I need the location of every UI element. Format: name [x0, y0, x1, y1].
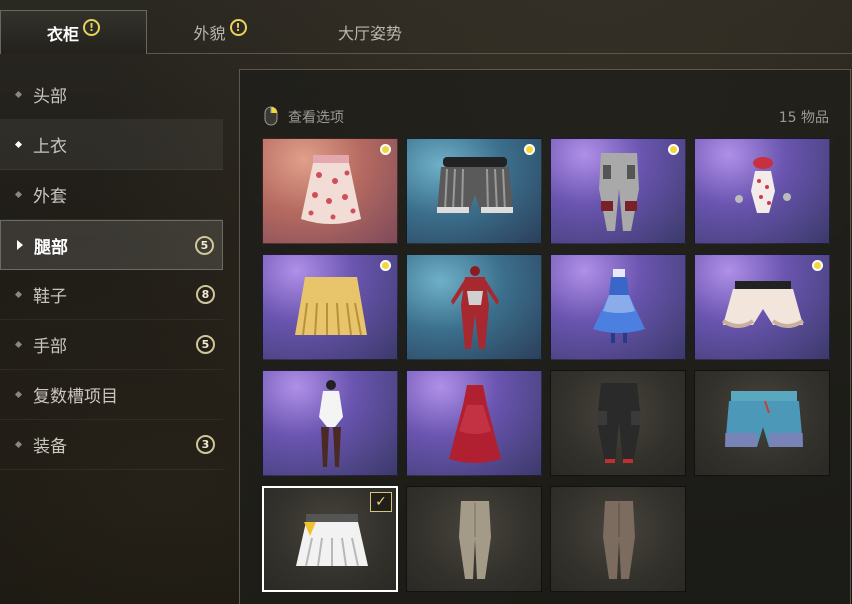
sidebar-item-head[interactable]: 头部	[0, 70, 223, 120]
swimsuit-icon	[319, 380, 343, 467]
item-white-swimsuit[interactable]	[262, 370, 398, 476]
new-item-indicator	[668, 144, 679, 155]
sidebar-item-label: 手部	[33, 337, 67, 357]
new-item-indicator	[812, 260, 823, 271]
tab-label: 大厅姿势	[337, 24, 402, 43]
bullet-icon	[14, 190, 23, 199]
shorts-icon	[437, 157, 513, 213]
bullet-icon	[14, 140, 23, 149]
bullet-icon	[14, 390, 23, 399]
sidebar-item-hands[interactable]: 手部 5	[0, 320, 223, 370]
sidebar-item-label: 上衣	[33, 137, 67, 157]
panel-header: 查看选项 15 物品	[264, 106, 829, 126]
count-badge: 3	[196, 435, 215, 454]
count-badge: 5	[195, 236, 214, 255]
item-brown-pants[interactable]	[550, 486, 686, 592]
shorts-icon	[725, 391, 803, 447]
dress-icon	[449, 385, 501, 463]
item-khaki-pants[interactable]	[406, 486, 542, 592]
category-sidebar: 头部 上衣 外套 腿部 5 鞋子 8 手部 5 复数槽项目 装备 3	[0, 70, 223, 470]
items-panel: 查看选项 15 物品 ✓	[239, 69, 851, 604]
item-white-skirt[interactable]: ✓	[262, 486, 398, 592]
new-item-indicator	[380, 260, 391, 271]
alert-icon: !	[83, 19, 100, 36]
tab-label: 外貌	[193, 24, 226, 43]
sidebar-item-label: 头部	[33, 87, 67, 107]
pants-icon	[597, 383, 641, 463]
item-count: 15 物品	[778, 110, 829, 126]
sidebar-item-label: 外套	[33, 187, 67, 207]
view-options-label[interactable]: 查看选项	[288, 107, 344, 127]
new-item-indicator	[380, 144, 391, 155]
alert-icon: !	[229, 18, 247, 36]
bodysuit-icon	[451, 266, 499, 349]
item-floral-skirt[interactable]	[262, 138, 398, 244]
skirt-icon	[301, 155, 361, 224]
sidebar-item-coat[interactable]: 外套	[0, 170, 223, 220]
skirt-icon	[295, 277, 367, 336]
tab-lobby-pose[interactable]: 大厅姿势	[320, 10, 420, 54]
top-tabs: 衣柜 ! 外貌 ! 大厅姿势	[0, 0, 852, 54]
pants-icon	[603, 501, 635, 579]
item-blue-dress[interactable]	[550, 254, 686, 360]
count-badge: 8	[196, 285, 215, 304]
bullet-icon	[14, 290, 23, 299]
item-red-bodysuit[interactable]	[406, 254, 542, 360]
sidebar-item-label: 腿部	[34, 237, 68, 258]
item-armored-pants[interactable]	[550, 138, 686, 244]
item-yellow-pleated-skirt[interactable]	[262, 254, 398, 360]
bullet-icon	[14, 90, 23, 99]
tab-appearance[interactable]: 外貌 !	[170, 10, 270, 54]
sidebar-item-gear[interactable]: 装备 3	[0, 420, 223, 470]
item-polka-swimsuit[interactable]	[694, 138, 830, 244]
sidebar-item-label: 复数槽项目	[33, 387, 118, 407]
bullet-icon	[14, 340, 23, 349]
mouse-icon	[264, 106, 278, 126]
swimsuit-icon	[735, 157, 791, 213]
dress-icon	[593, 269, 645, 343]
checkmark-icon: ✓	[370, 492, 392, 512]
tab-wardrobe[interactable]: 衣柜 !	[0, 10, 147, 54]
item-striped-shorts[interactable]	[406, 138, 542, 244]
sidebar-item-label: 装备	[33, 437, 67, 457]
play-arrow-icon	[17, 240, 23, 250]
item-bloomers[interactable]	[694, 254, 830, 360]
item-red-dress[interactable]	[406, 370, 542, 476]
bloomers-icon	[721, 281, 805, 328]
new-item-indicator	[524, 144, 535, 155]
item-blue-shorts[interactable]	[694, 370, 830, 476]
sidebar-item-multi-slot[interactable]: 复数槽项目	[0, 370, 223, 420]
sidebar-item-legs[interactable]: 腿部 5	[0, 220, 223, 270]
bullet-icon	[14, 440, 23, 449]
sidebar-item-shoes[interactable]: 鞋子 8	[0, 270, 223, 320]
pants-icon	[599, 153, 639, 231]
item-black-cargo-pants[interactable]	[550, 370, 686, 476]
pants-icon	[459, 501, 491, 579]
sidebar-item-label: 鞋子	[33, 287, 67, 307]
tab-label: 衣柜	[46, 24, 79, 44]
sidebar-item-top[interactable]: 上衣	[0, 120, 223, 170]
count-badge: 5	[196, 335, 215, 354]
